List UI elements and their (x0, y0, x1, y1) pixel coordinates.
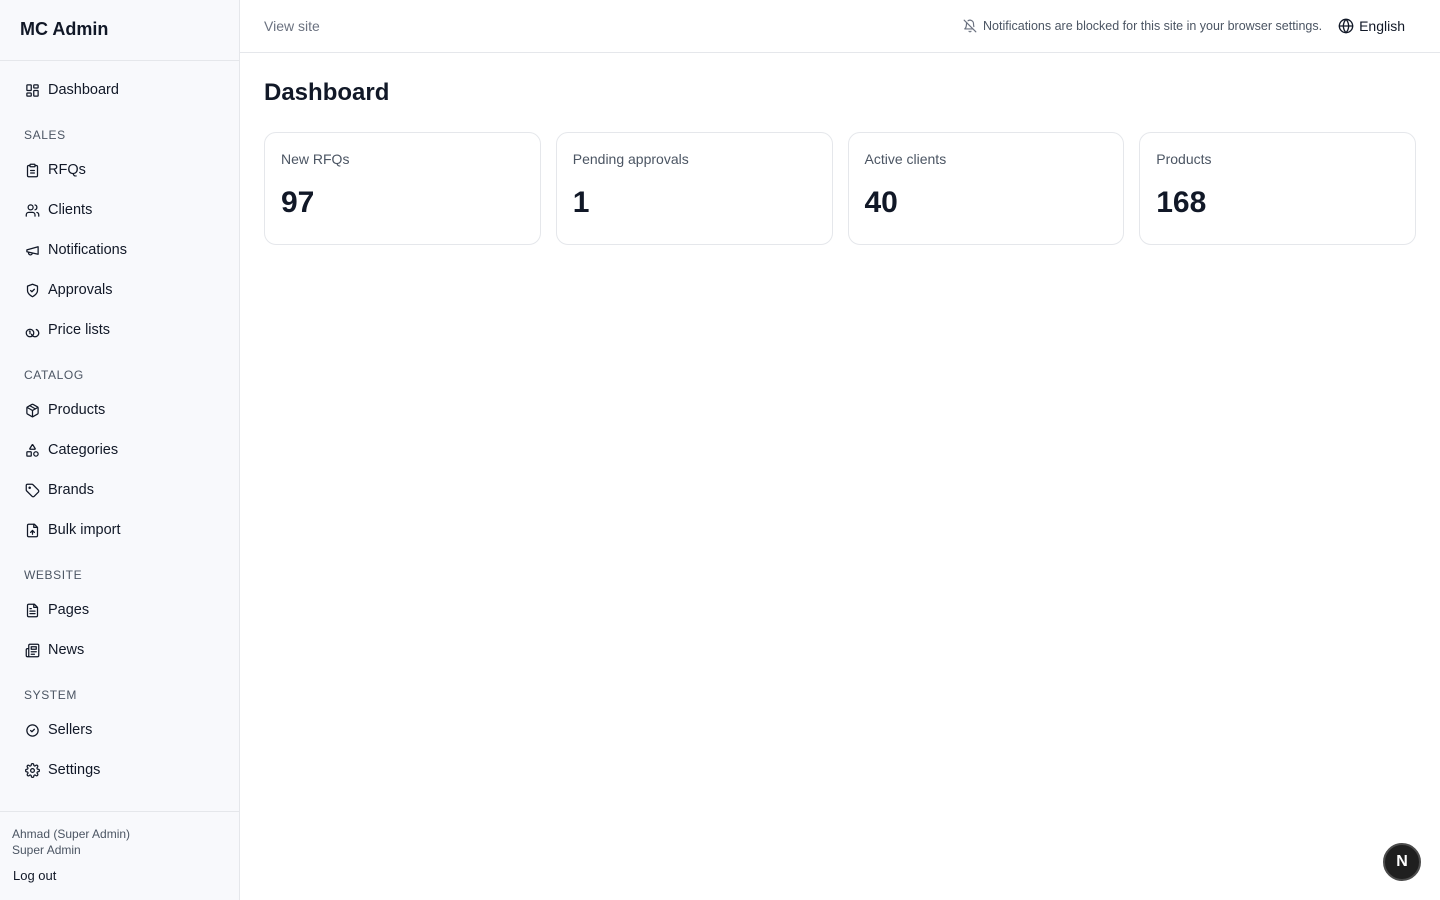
stat-card-label: New RFQs (281, 151, 350, 167)
user-block: Ahmad (Super Admin) Super Admin Log out (0, 811, 239, 900)
stat-card-label: Active clients (864, 151, 947, 167)
sidebar-item-categories[interactable]: Categories (0, 430, 239, 470)
sidebar-item-label: Dashboard (48, 82, 119, 98)
stat-card-active-clients: Active clients 40 (847, 132, 1125, 245)
globe-icon (1338, 18, 1354, 34)
sidebar-item-sellers[interactable]: Sellers (0, 710, 239, 750)
logout-button[interactable]: Log out (13, 868, 56, 883)
sidebar-item-pages[interactable]: Pages (0, 590, 239, 630)
stat-card-new-rfqs: New RFQs 97 (264, 132, 541, 245)
notification-warning-text: Notifications are blocked for this site … (983, 19, 1323, 33)
megaphone-icon (24, 242, 40, 258)
bell-off-icon (963, 19, 977, 33)
stat-card-value: 97 (281, 186, 315, 219)
sidebar-item-notifications[interactable]: Notifications (0, 230, 239, 270)
users-icon (24, 202, 40, 218)
file-text-icon (24, 602, 40, 618)
stat-card-value: 1 (572, 186, 590, 219)
newspaper-icon (24, 642, 40, 658)
sidebar-item-label: News (48, 642, 85, 658)
stat-card-label: Products (1156, 151, 1212, 167)
topbar: View site Notifications are blocked for … (240, 0, 1440, 53)
sidebar-item-approvals[interactable]: Approvals (0, 270, 239, 310)
stat-cards: New RFQs 97 Pending approvals 1 Active c… (264, 132, 1416, 245)
shapes-icon (24, 442, 40, 458)
clipboard-icon (24, 162, 40, 178)
sidebar-item-news[interactable]: News (0, 630, 239, 670)
sidebar-nav: Dashboard SALES RFQs Clients Notificatio… (0, 61, 239, 790)
tag-icon (24, 482, 40, 498)
sidebar-item-label: Brands (48, 482, 94, 498)
sidebar-item-label: Clients (48, 202, 93, 218)
sidebar-item-label: Bulk import (48, 522, 121, 538)
sidebar-item-price-lists[interactable]: Price lists (0, 310, 239, 350)
file-upload-icon (24, 522, 40, 538)
sidebar-item-label: Notifications (48, 242, 127, 258)
sidebar-item-products[interactable]: Products (0, 390, 239, 430)
sidebar-item-brands[interactable]: Brands (0, 470, 239, 510)
page-title: Dashboard (264, 79, 390, 106)
stat-card-products: Products 168 (1139, 132, 1416, 245)
shield-check-icon (24, 282, 40, 298)
package-icon (24, 402, 40, 418)
dashboard-icon (24, 82, 40, 98)
topbar-right: Notifications are blocked for this site … (963, 18, 1416, 34)
sidebar-item-label: Price lists (48, 322, 111, 338)
main-content: Dashboard New RFQs 97 Pending approvals … (264, 53, 1416, 245)
stat-card-label: Pending approvals (572, 151, 689, 167)
sidebar-item-label: Categories (48, 442, 119, 458)
language-label: English (1359, 18, 1405, 34)
user-role: Super Admin (12, 843, 81, 857)
stat-card-value: 168 (1156, 186, 1207, 219)
notification-warning: Notifications are blocked for this site … (963, 19, 1322, 33)
sidebar-item-dashboard[interactable]: Dashboard (0, 70, 239, 110)
sidebar-item-label: Settings (48, 762, 101, 778)
section-label-catalog: CATALOG (24, 368, 84, 382)
app-title: MC Admin (0, 0, 239, 61)
user-name: Ahmad (Super Admin) (12, 827, 131, 841)
section-label-system: SYSTEM (24, 688, 77, 702)
sidebar-item-bulk-import[interactable]: Bulk import (0, 510, 239, 550)
language-switcher[interactable]: English (1338, 18, 1405, 34)
stat-card-pending-approvals: Pending approvals 1 (555, 132, 833, 245)
sidebar-item-settings[interactable]: Settings (0, 750, 239, 790)
view-site-link[interactable]: View site (264, 18, 320, 34)
section-label-sales: SALES (24, 128, 66, 142)
sidebar-item-label: RFQs (48, 162, 86, 178)
coins-icon (24, 322, 40, 338)
sidebar-item-label: Products (48, 402, 106, 418)
sidebar: MC Admin Dashboard SALES RFQs Clients No… (0, 0, 240, 900)
sidebar-item-label: Pages (48, 602, 90, 618)
section-label-website: WEBSITE (24, 568, 83, 582)
gear-icon (24, 762, 40, 778)
sidebar-item-label: Sellers (48, 722, 93, 738)
badge-check-icon (24, 722, 40, 738)
stat-card-value: 40 (864, 186, 898, 219)
nextjs-dev-badge[interactable]: N (1383, 843, 1421, 881)
sidebar-item-rfqs[interactable]: RFQs (0, 150, 239, 190)
sidebar-item-clients[interactable]: Clients (0, 190, 239, 230)
sidebar-item-label: Approvals (48, 282, 113, 298)
